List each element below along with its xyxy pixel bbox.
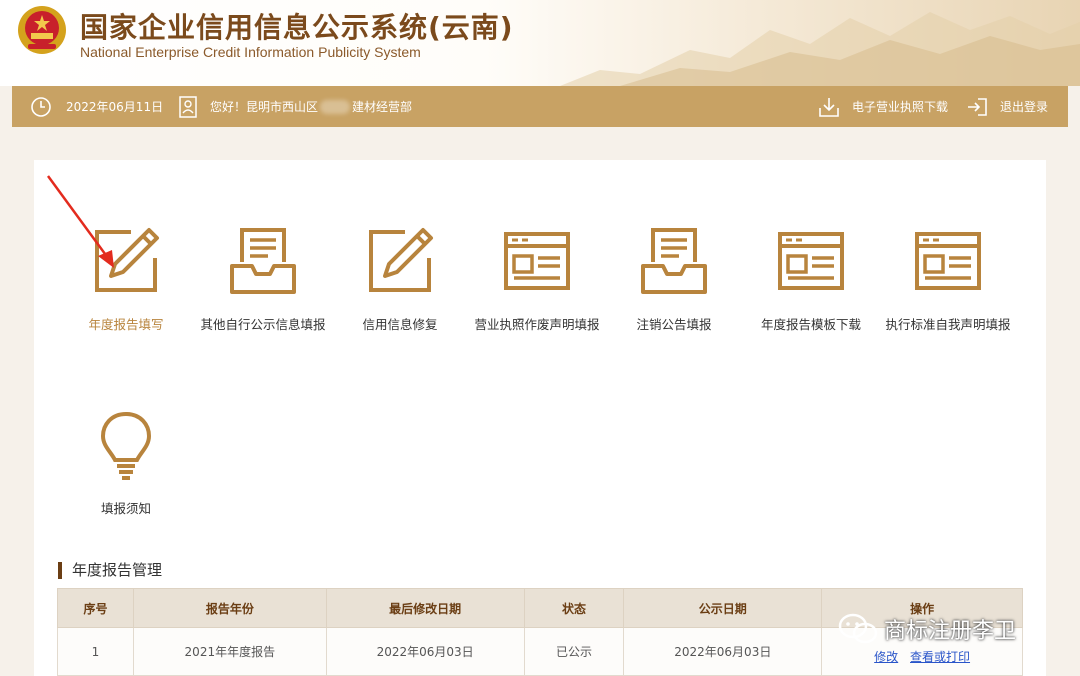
col-header: 序号 bbox=[57, 588, 134, 628]
col-header: 报告年份 bbox=[132, 588, 327, 628]
func-label: 注销公告填报 bbox=[636, 317, 712, 332]
func-label: 执行标准自我声明填报 bbox=[885, 317, 1011, 332]
func-label: 年度报告模板下载 bbox=[760, 317, 861, 332]
func-other-self-disclosure[interactable]: 其他自行公示信息填报 bbox=[195, 226, 331, 333]
func-license-void-statement[interactable]: 营业执照作废声明填报 bbox=[469, 226, 605, 333]
func-label: 信用信息修复 bbox=[362, 317, 438, 332]
date-display: 2022年06月11日 bbox=[30, 86, 163, 127]
document-window-icon bbox=[778, 232, 844, 290]
func-annual-report-template-download[interactable]: 年度报告模板下载 bbox=[743, 226, 879, 333]
col-header: 最后修改日期 bbox=[325, 588, 525, 628]
func-filing-instructions[interactable]: 填报须知 bbox=[58, 410, 194, 517]
clock-icon bbox=[31, 96, 51, 117]
site-title: 国家企业信用信息公示系统(云南) bbox=[80, 11, 514, 44]
edit-icon bbox=[369, 228, 433, 292]
edit-link[interactable]: 修改 bbox=[874, 650, 898, 664]
cell-no: 1 bbox=[57, 627, 134, 676]
redacted-name bbox=[320, 99, 351, 114]
cell-published: 2022年06月03日 bbox=[623, 627, 823, 676]
logout-link[interactable]: 退出登录 bbox=[966, 86, 1048, 127]
site-header: 国家企业信用信息公示系统(云南) National Enterprise Cre… bbox=[0, 0, 1080, 86]
func-label: 年度报告填写 bbox=[88, 317, 164, 332]
func-annual-report-fill[interactable]: 年度报告填写 bbox=[58, 226, 194, 333]
greeting-prefix: 您好！昆明市西山区 bbox=[210, 100, 319, 114]
date-text: 2022年06月11日 bbox=[66, 100, 164, 114]
download-license-link[interactable]: 电子营业执照下载 bbox=[818, 86, 948, 127]
watermark: 商标注册李卫 bbox=[838, 612, 1016, 646]
section-title: 年度报告管理 bbox=[58, 562, 162, 579]
logout-label: 退出登录 bbox=[1000, 100, 1049, 114]
download-icon bbox=[819, 97, 839, 117]
watermark-text: 商标注册李卫 bbox=[884, 619, 1017, 644]
user-greeting: 您好！昆明市西山区 建材经营部 bbox=[178, 86, 412, 127]
inbox-icon bbox=[641, 228, 707, 294]
view-print-link[interactable]: 查看或打印 bbox=[910, 650, 970, 664]
download-license-label: 电子营业执照下载 bbox=[852, 100, 949, 114]
lightbulb-icon bbox=[100, 411, 152, 480]
logout-icon bbox=[968, 97, 987, 116]
func-label: 其他自行公示信息填报 bbox=[200, 317, 326, 332]
cell-modified: 2022年06月03日 bbox=[325, 627, 525, 676]
site-subtitle: National Enterprise Credit Information P… bbox=[80, 44, 421, 60]
user-badge-icon bbox=[179, 95, 197, 118]
cell-year: 2021年年度报告 bbox=[132, 627, 327, 676]
document-window-icon bbox=[915, 232, 981, 290]
national-emblem-icon bbox=[18, 6, 66, 54]
col-header: 状态 bbox=[523, 588, 625, 628]
wechat-icon bbox=[838, 613, 878, 644]
mountain-background bbox=[560, 12, 1080, 86]
func-deregistration-notice[interactable]: 注销公告填报 bbox=[606, 226, 742, 333]
inbox-icon bbox=[230, 228, 296, 294]
greeting-suffix: 建材经营部 bbox=[352, 100, 413, 114]
func-label: 填报须知 bbox=[100, 501, 151, 516]
user-bar: 2022年06月11日 您好！昆明市西山区 建材经营部 电子营业执照下载 退出登… bbox=[12, 86, 1068, 127]
document-window-icon bbox=[504, 232, 570, 290]
col-header: 公示日期 bbox=[623, 588, 823, 628]
cell-status: 已公示 bbox=[523, 627, 625, 676]
func-credit-repair[interactable]: 信用信息修复 bbox=[332, 226, 468, 333]
func-standard-self-declaration[interactable]: 执行标准自我声明填报 bbox=[880, 226, 1016, 333]
edit-icon bbox=[95, 228, 159, 292]
func-label: 营业执照作废声明填报 bbox=[474, 317, 600, 332]
